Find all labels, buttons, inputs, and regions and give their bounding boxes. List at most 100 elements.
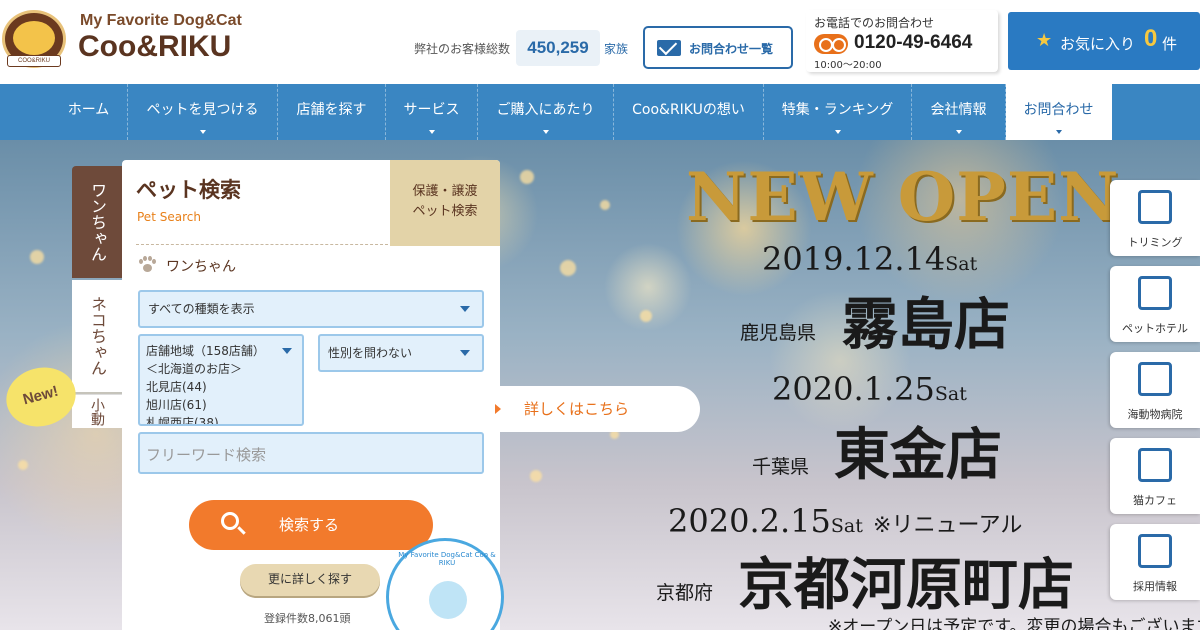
bokeh-light [560,260,576,276]
nav-item-services[interactable]: サービス [386,84,478,140]
selected-animal: ワンちゃん [166,259,236,275]
event-store: 霧島店 [842,292,1010,358]
favorites-label: お気に入り [1060,35,1136,53]
nav-label: ペットを見つける [146,102,259,118]
nav-item-philosophy[interactable]: Coo&RIKUの想い [614,84,764,140]
bokeh-light [30,250,44,264]
mail-icon [657,40,681,56]
shelter-label-line1: 保護・譲渡 [412,184,478,199]
favorites-count: 0 [1144,25,1158,52]
event-prefecture: 鹿児島県 [740,322,817,344]
event-date: 2019.12.14Sat [762,240,977,278]
side-label: 採用情報 [1133,580,1177,593]
tab-dog[interactable]: ワンちゃん [72,166,122,278]
list-item[interactable]: ＜北海道のお店＞ [146,360,296,378]
panel-subtitle: Pet Search [137,210,201,224]
contact-list-button[interactable]: お問合わせ一覧 [643,26,793,69]
freeword-input[interactable]: フリーワード検索 [138,432,484,474]
nav-label: 会社情報 [930,102,987,118]
brand-logo-badge[interactable]: COO&RIKU [2,10,66,68]
search-button[interactable]: 検索する [189,500,433,550]
event-day: Sat [945,253,978,275]
phone-contact[interactable]: お電話でのお問合わせ 0120-49-6464 10:00～20:00 [806,10,998,72]
customers-count: 450,259 [516,30,600,66]
side-label: ペットホテル [1122,322,1188,335]
nav-label: 店舗を探す [296,102,367,118]
snowman-icon [429,581,467,619]
event-extra: ※リニューアル [873,513,1023,538]
search-button-label: 検索する [279,516,340,534]
side-label: 海動物病院 [1127,408,1183,421]
hotel-icon [1138,276,1172,310]
nav-item-contact[interactable]: お問合わせ [1006,84,1112,140]
tab-small-animal[interactable]: 小動物 [72,394,122,428]
side-cat-cafe-button[interactable]: 猫カフェ [1110,438,1200,514]
nav-item-home[interactable]: ホーム [50,84,128,140]
breed-select-value: すべての種類を表示 [148,302,255,316]
side-pet-hotel-button[interactable]: ペットホテル [1110,266,1200,342]
shelter-search-button[interactable]: 保護・譲渡 ペット検索 [390,160,500,246]
chevron-down-icon [834,130,841,134]
header: COO&RIKU My Favorite Dog&Cat Coo&RIKU 弊社… [0,0,1200,84]
list-item[interactable]: 旭川店(61) [146,396,296,414]
nav-item-purchase[interactable]: ご購入にあたり [478,84,614,140]
chevron-down-icon [282,348,292,354]
advanced-search-button[interactable]: 更に詳しく探す [240,564,380,596]
customers-label: 弊社のお客様総数 [414,42,511,56]
nav-label: 特集・ランキング [781,102,894,118]
side-label: トリミング [1127,236,1183,249]
nav-label: ホーム [67,102,110,118]
freedial-icon [814,34,848,54]
hospital-kit-icon [1138,362,1172,396]
gender-select[interactable]: 性別を問わない [318,334,484,372]
store-list[interactable]: 店舗地域（158店舗） ＜北海道のお店＞ 北見店(44) 旭川店(61) 札幌西… [138,334,304,426]
brand-name[interactable]: Coo&RIKU [78,30,231,64]
new-badge: New! [0,359,83,435]
event-day: Sat [830,515,863,537]
event-prefecture: 京都府 [656,582,714,604]
panel-title: ペット検索 [136,178,241,202]
nav-label: ご購入にあたり [496,102,595,118]
brand-subtitle[interactable]: My Favorite Dog&Cat [80,12,242,30]
side-recruit-button[interactable]: 採用情報 [1110,524,1200,600]
bokeh-light [18,460,28,470]
nav-item-company[interactable]: 会社情報 [912,84,1006,140]
snowman-stamp-icon: My Favorite Dog&Cat Coo & RIKU [386,538,504,630]
side-trimming-button[interactable]: トリミング [1110,180,1200,256]
nav-item-stores[interactable]: 店舗を探す [278,84,386,140]
logo-ribbon: COO&RIKU [7,55,61,67]
chevron-down-icon [542,130,549,134]
bokeh-light [520,170,534,184]
chevron-down-icon [199,130,206,134]
new-open-headline: NEW OPEN [686,158,1120,236]
favorites-unit: 件 [1162,35,1178,53]
event-date-value: 2019.12.14 [762,240,946,278]
bokeh-light [530,470,542,482]
chevron-down-icon [428,130,435,134]
nav-item-features[interactable]: 特集・ランキング [764,84,912,140]
event-day: Sat [934,383,967,405]
event-prefecture: 千葉県 [752,456,810,478]
details-button[interactable]: 詳しくはこちら [495,386,700,432]
favorites-button[interactable]: ★ お気に入り 0 件 [1008,12,1200,70]
hero-banner[interactable]: ワンちゃん ネコちゃん 小動物 New! ペット検索 Pet Search 保護… [0,140,1200,630]
gender-select-value: 性別を問わない [328,346,413,360]
list-item[interactable]: 店舗地域（158店舗） [146,342,296,360]
phone-hours: 10:00～20:00 [814,60,882,71]
side-hospital-button[interactable]: 海動物病院 [1110,352,1200,428]
tab-cat[interactable]: ネコちゃん [72,280,122,392]
chevron-down-icon [1055,130,1062,134]
event-date-value: 2020.2.15 [668,502,831,540]
star-icon: ★ [1036,30,1053,51]
breed-select[interactable]: すべての種類を表示 [138,290,484,328]
event-store: 京都河原町店 [738,552,1074,618]
phone-number: 0120-49-6464 [854,32,973,53]
event-date: 2020.2.15Sat ※リニューアル [668,502,1022,540]
bokeh-light [600,200,610,210]
list-item[interactable]: 札幌西店(38) [146,414,296,424]
contact-list-label: お問合わせ一覧 [689,42,774,56]
nav-item-find-pet[interactable]: ペットを見つける [128,84,278,140]
list-item[interactable]: 北見店(44) [146,378,296,396]
chevron-down-icon [460,306,470,312]
chevron-down-icon [460,350,470,356]
